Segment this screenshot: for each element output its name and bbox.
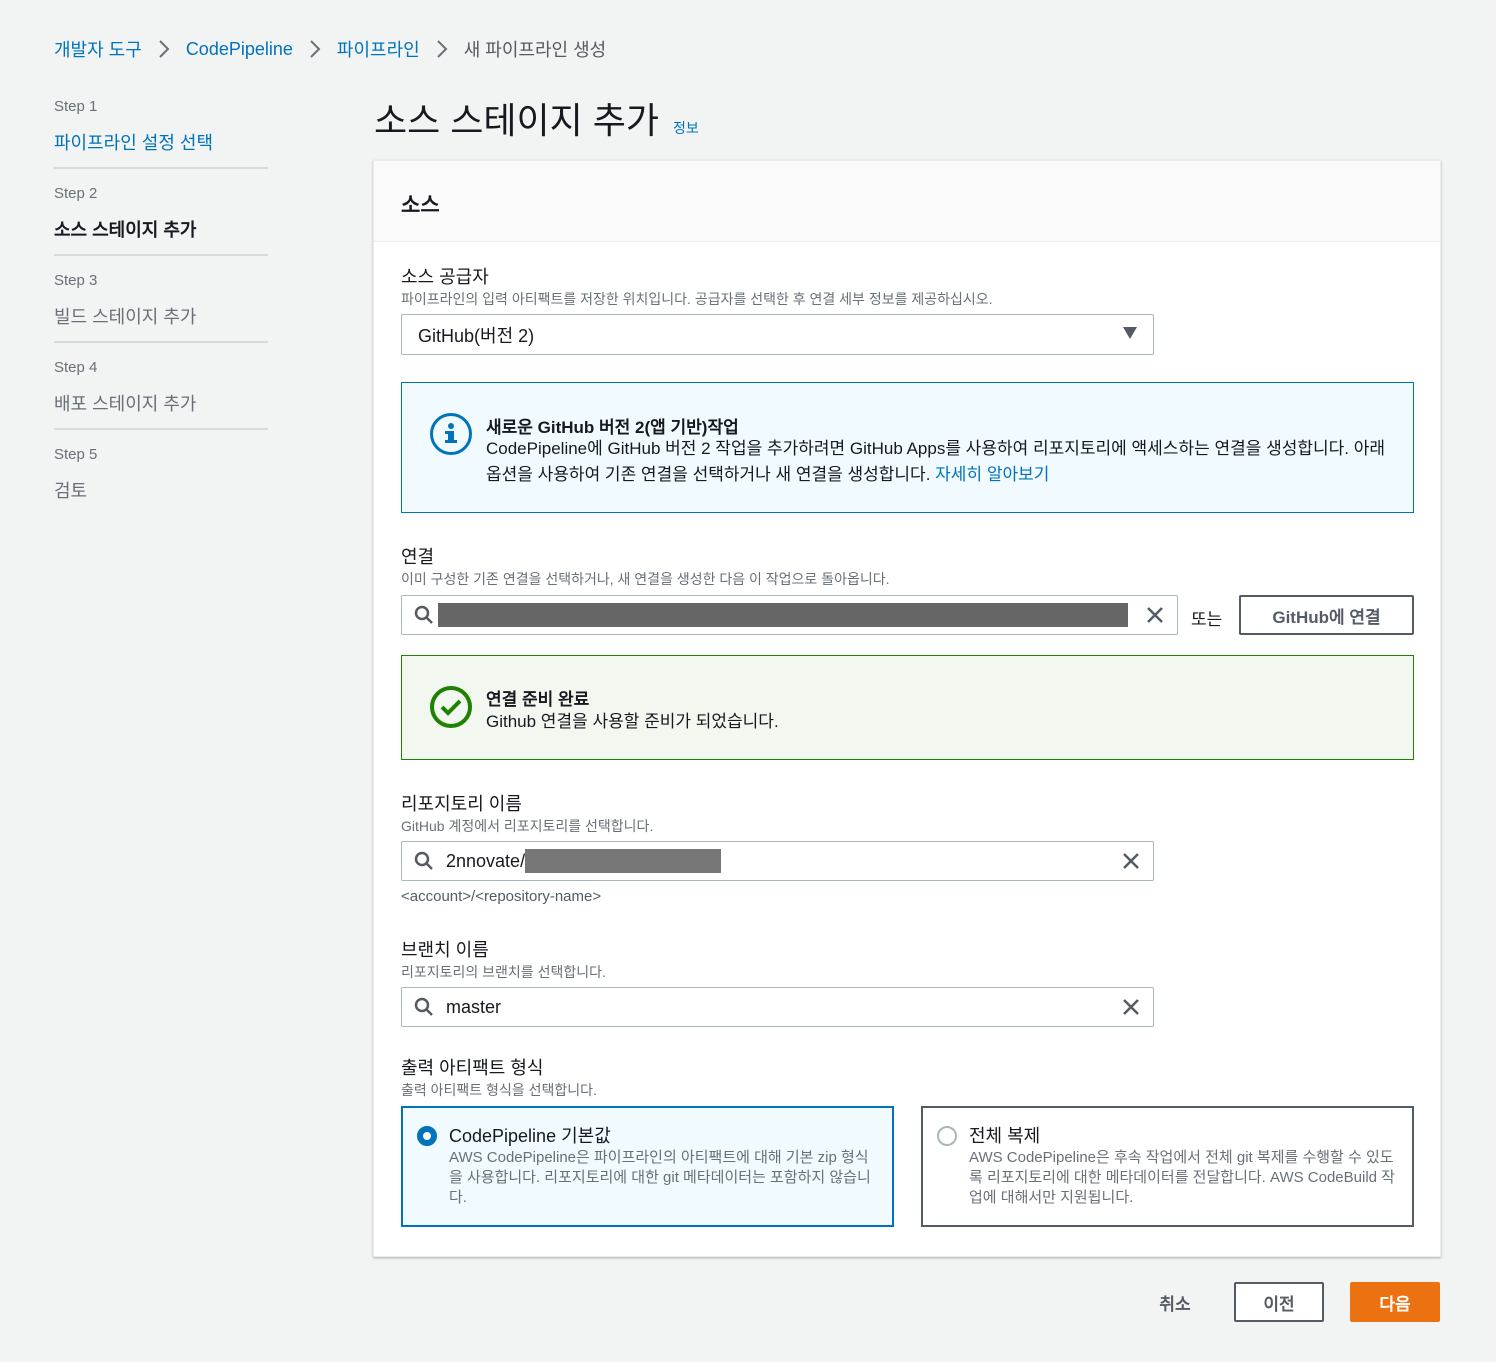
caret-down-icon [1123, 326, 1137, 344]
search-icon [414, 851, 434, 871]
connect-github-button[interactable]: GitHub에 연결 [1239, 595, 1414, 635]
provider-desc: 파이프라인의 입력 아티팩트를 저장한 위치입니다. 공급자를 선택한 후 연결… [401, 291, 993, 307]
info-alert: 새로운 GitHub 버전 2(앱 기반)작업 CodePipeline에 Gi… [401, 382, 1414, 513]
branch-search-input[interactable]: master [401, 987, 1154, 1027]
previous-button[interactable]: 이전 [1234, 1282, 1324, 1322]
breadcrumb: 개발자 도구 CodePipeline 파이프라인 새 파이프라인 생성 [54, 36, 606, 62]
step-2: Step 2 소스 스테이지 추가 [54, 183, 268, 256]
branch-desc: 리포지토리의 브랜치를 선택합니다. [401, 964, 606, 980]
repository-value: 2nnovate/ [446, 850, 526, 871]
step-5: Step 5 검토 [54, 444, 268, 515]
repository-desc: GitHub 계정에서 리포지토리를 선택합니다. [401, 818, 654, 834]
breadcrumb-current: 새 파이프라인 생성 [463, 40, 607, 60]
page-title: 소스 스테이지 추가 [374, 100, 659, 141]
radio-selected[interactable] [417, 1126, 437, 1146]
info-icon [430, 413, 472, 455]
step-1: Step 1 파이프라인 설정 선택 [54, 96, 268, 169]
step-number: Step 1 [54, 98, 98, 115]
success-alert-title: 연결 준비 완료 [486, 690, 590, 709]
option-title: 전체 복제 [969, 1126, 1041, 1146]
page-header: 소스 스테이지 추가 정보 [374, 92, 699, 144]
connection-search-input[interactable] [401, 595, 1178, 635]
breadcrumb-developer-tools[interactable]: 개발자 도구 [54, 36, 142, 62]
cancel-button[interactable]: 취소 [1140, 1282, 1210, 1322]
artifact-label: 출력 아티팩트 형식 [401, 1058, 544, 1078]
step-number: Step 3 [54, 272, 98, 289]
step-3: Step 3 빌드 스테이지 추가 [54, 270, 268, 343]
redacted-connection-value [438, 603, 1128, 627]
success-alert-text: Github 연결을 사용할 준비가 되었습니다. [486, 712, 779, 731]
success-alert: 연결 준비 완료 Github 연결을 사용할 준비가 되었습니다. [401, 655, 1414, 760]
source-panel: 소스 소스 공급자 파이프라인의 입력 아티팩트를 저장한 위치입니다. 공급자… [373, 160, 1441, 1257]
next-button[interactable]: 다음 [1350, 1282, 1440, 1322]
wizard-steps: Step 1 파이프라인 설정 선택 Step 2 소스 스테이지 추가 Ste… [54, 96, 268, 529]
option-title: CodePipeline 기본값 [449, 1126, 611, 1146]
branch-label: 브랜치 이름 [401, 940, 489, 960]
step-number: Step 4 [54, 359, 98, 376]
artifact-option-full-clone[interactable]: 전체 복제 AWS CodePipeline은 후속 작업에서 전체 git 복… [921, 1106, 1414, 1227]
search-icon [414, 605, 434, 625]
step-deploy-stage: 배포 스테이지 추가 [54, 394, 197, 414]
radio-unselected[interactable] [937, 1126, 957, 1146]
learn-more-link[interactable]: 자세히 알아보기 [935, 465, 1049, 484]
chevron-right-icon [436, 40, 448, 58]
clear-icon[interactable] [1145, 605, 1165, 625]
panel-title: 소스 [401, 194, 440, 217]
info-alert-text: CodePipeline에 GitHub 버전 2 작업을 추가하려면 GitH… [486, 436, 1386, 488]
repository-label: 리포지토리 이름 [401, 794, 522, 814]
connection-label: 연결 [401, 547, 435, 567]
clear-icon[interactable] [1121, 851, 1141, 871]
check-circle-icon [430, 686, 472, 728]
clear-icon[interactable] [1121, 997, 1141, 1017]
redacted-repository-name [525, 849, 722, 873]
chevron-right-icon [158, 40, 170, 58]
breadcrumb-pipelines[interactable]: 파이프라인 [337, 36, 420, 62]
or-label: 또는 [1191, 610, 1223, 629]
step-number: Step 2 [54, 185, 98, 202]
step-current-source-stage: 소스 스테이지 추가 [54, 220, 197, 240]
step-4: Step 4 배포 스테이지 추가 [54, 357, 268, 430]
info-alert-title: 새로운 GitHub 버전 2(앱 기반)작업 [486, 418, 739, 437]
search-icon [414, 997, 434, 1017]
step-link-pipeline-settings[interactable]: 파이프라인 설정 선택 [54, 129, 268, 155]
option-desc: AWS CodePipeline은 파이프라인의 아티팩트에 대해 기본 zip… [449, 1149, 871, 1206]
breadcrumb-codepipeline[interactable]: CodePipeline [186, 39, 293, 60]
source-provider-select[interactable]: GitHub(버전 2) [401, 314, 1154, 355]
repository-search-input[interactable]: 2nnovate/ [401, 841, 1154, 881]
option-desc: AWS CodePipeline은 후속 작업에서 전체 git 복제를 수행할… [969, 1149, 1395, 1206]
source-provider-value: GitHub(버전 2) [418, 325, 535, 346]
info-link[interactable]: 정보 [673, 118, 699, 138]
step-review: 검토 [54, 481, 88, 501]
connection-desc: 이미 구성한 기존 연결을 선택하거나, 새 연결을 생성한 다음 이 작업으로… [401, 571, 890, 587]
step-number: Step 5 [54, 446, 98, 463]
artifact-option-default[interactable]: CodePipeline 기본값 AWS CodePipeline은 파이프라인… [401, 1106, 894, 1227]
provider-label: 소스 공급자 [401, 267, 489, 287]
chevron-right-icon [309, 40, 321, 58]
artifact-desc: 출력 아티팩트 형식을 선택합니다. [401, 1082, 597, 1098]
panel-header: 소스 [374, 161, 1440, 242]
branch-value: master [446, 996, 502, 1017]
repository-hint: <account>/<repository-name> [401, 888, 602, 905]
step-build-stage: 빌드 스테이지 추가 [54, 307, 197, 327]
